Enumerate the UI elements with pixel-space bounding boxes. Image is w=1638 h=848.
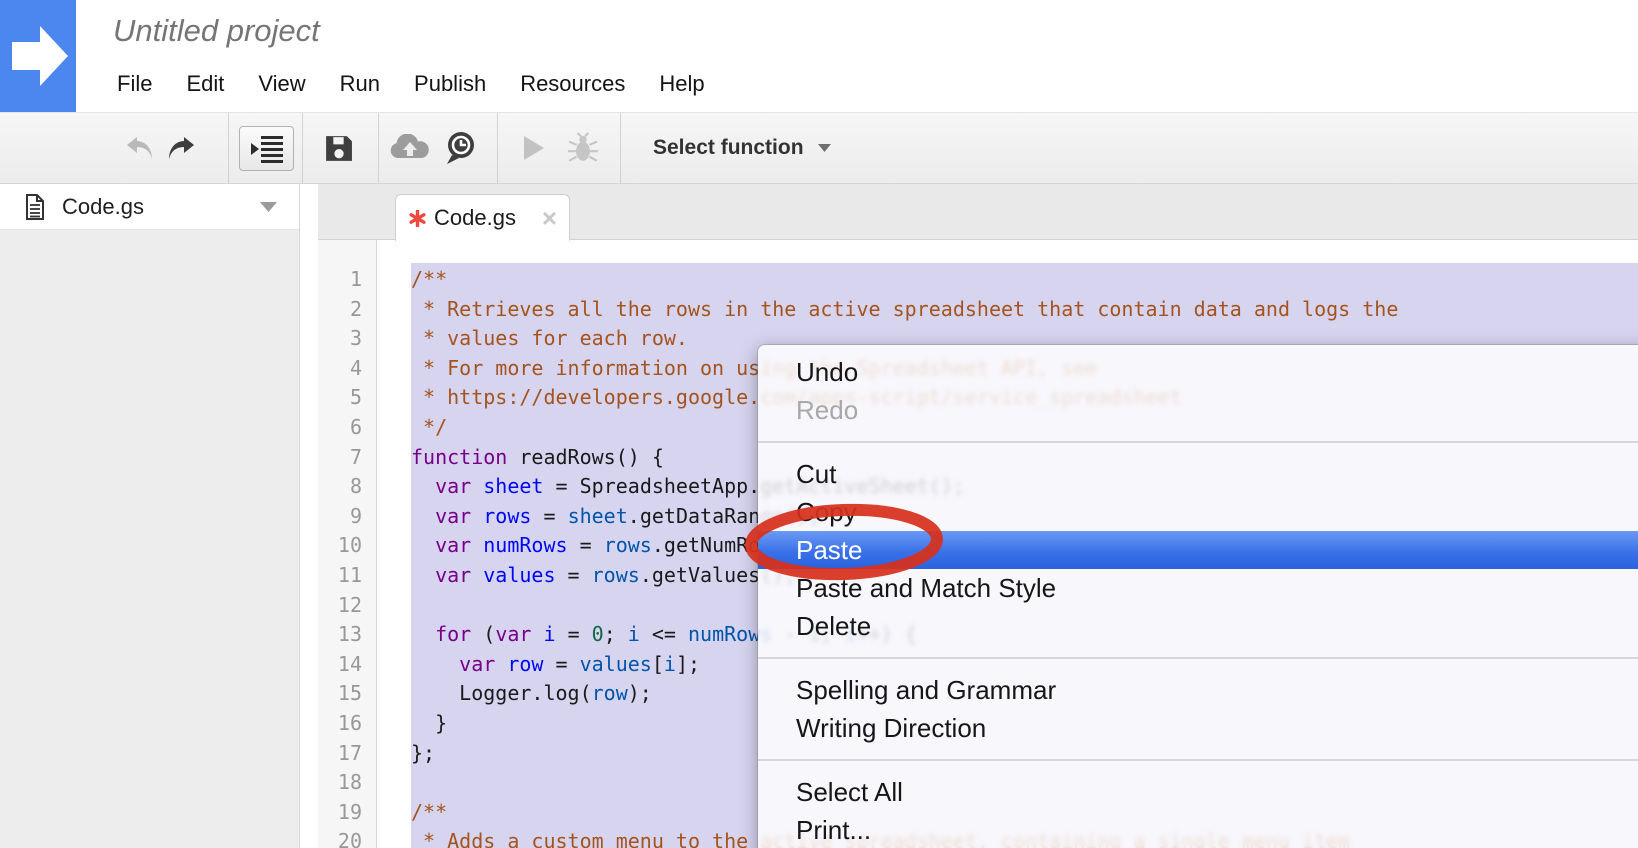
toolbar: Select function — [0, 112, 1638, 184]
history-icon — [443, 130, 479, 166]
line-number: 7 — [318, 443, 376, 473]
menu-item-paste-and-match-style[interactable]: Paste and Match Style — [758, 569, 1638, 607]
menu-item-writing-direction[interactable]: Writing Direction — [758, 709, 1638, 747]
menu-item-undo[interactable]: Undo — [758, 353, 1638, 391]
menu-item-delete[interactable]: Delete — [758, 607, 1638, 645]
menubar-item-publish[interactable]: Publish — [397, 71, 503, 97]
line-number: 20 — [318, 827, 376, 848]
indent-button[interactable] — [239, 126, 294, 171]
line-number: 15 — [318, 679, 376, 709]
header: Untitled project FileEditViewRunPublishR… — [0, 0, 1638, 112]
context-menu: UndoRedo CutCopyPastePaste and Match Styl… — [758, 345, 1638, 848]
menubar-item-run[interactable]: Run — [323, 71, 397, 97]
menu-separator — [758, 429, 1638, 455]
indent-icon — [250, 135, 284, 163]
code-line: /** — [411, 265, 1638, 295]
sidebar-splitter[interactable] — [301, 184, 318, 848]
debug-icon — [567, 132, 599, 164]
project-title[interactable]: Untitled project — [113, 13, 320, 49]
tab-close-icon[interactable]: × — [542, 205, 557, 231]
menu-separator — [758, 645, 1638, 671]
apps-script-editor-window: Untitled project FileEditViewRunPublishR… — [0, 0, 1638, 848]
line-number: 2 — [318, 295, 376, 325]
apps-script-logo-icon — [0, 0, 76, 112]
menubar-item-help[interactable]: Help — [642, 71, 721, 97]
line-number: 9 — [318, 502, 376, 532]
line-number: 19 — [318, 798, 376, 828]
line-number: 17 — [318, 739, 376, 769]
sidebar-item-code-gs[interactable]: Code.gs — [0, 184, 299, 230]
code-line: * Retrieves all the rows in the active s… — [411, 295, 1638, 325]
menu-item-cut[interactable]: Cut — [758, 455, 1638, 493]
menubar-item-edit[interactable]: Edit — [169, 71, 241, 97]
menu-item-copy[interactable]: Copy — [758, 493, 1638, 531]
menu-separator — [758, 747, 1638, 773]
file-document-icon — [25, 194, 45, 220]
undo-button[interactable] — [122, 113, 158, 183]
menubar-item-view[interactable]: View — [241, 71, 322, 97]
line-number: 18 — [318, 768, 376, 798]
file-name: Code.gs — [62, 194, 260, 220]
line-number: 5 — [318, 383, 376, 413]
line-number: 4 — [318, 354, 376, 384]
tab-bar: Code.gs × — [318, 184, 1638, 240]
save-button[interactable] — [320, 113, 356, 183]
tab-title: Code.gs — [434, 205, 516, 231]
select-function-label: Select function — [653, 136, 804, 160]
redo-icon — [165, 133, 197, 163]
menu-item-select-all[interactable]: Select All — [758, 773, 1638, 811]
line-number: 12 — [318, 591, 376, 621]
files-sidebar: Code.gs — [0, 184, 300, 848]
run-icon — [522, 135, 546, 161]
line-number: 13 — [318, 620, 376, 650]
deploy-button[interactable] — [388, 113, 432, 183]
toolbar-separator — [497, 113, 498, 183]
toolbar-separator — [378, 113, 379, 183]
line-number: 1 — [318, 265, 376, 295]
undo-icon — [124, 133, 156, 163]
line-number: 8 — [318, 472, 376, 502]
line-numbers: 1234567891011121314151617181920 — [318, 240, 377, 848]
history-button[interactable] — [440, 113, 482, 183]
tab-code-gs[interactable]: Code.gs × — [395, 194, 570, 241]
toolbar-separator — [620, 113, 621, 183]
line-number: 11 — [318, 561, 376, 591]
line-number: 10 — [318, 531, 376, 561]
menubar-item-resources[interactable]: Resources — [503, 71, 642, 97]
menu-item-paste[interactable]: Paste — [758, 531, 1638, 569]
select-function-dropdown[interactable]: Select function — [653, 113, 831, 183]
redo-button[interactable] — [163, 113, 199, 183]
chevron-down-icon[interactable] — [260, 202, 277, 212]
menu-item-spelling-and-grammar[interactable]: Spelling and Grammar — [758, 671, 1638, 709]
line-number: 14 — [318, 650, 376, 680]
toolbar-separator — [228, 113, 229, 183]
save-icon — [323, 133, 354, 164]
debug-button[interactable] — [562, 113, 604, 183]
toolbar-separator — [302, 113, 303, 183]
unsaved-changes-icon — [409, 210, 426, 227]
menu-item-redo: Redo — [758, 391, 1638, 429]
menubar-item-file[interactable]: File — [100, 71, 169, 97]
run-button[interactable] — [518, 113, 550, 183]
line-number: 3 — [318, 324, 376, 354]
chevron-down-icon — [818, 144, 831, 152]
line-number: 6 — [318, 413, 376, 443]
cloud-upload-icon — [389, 134, 431, 162]
menubar: FileEditViewRunPublishResourcesHelp — [100, 64, 722, 104]
menu-item-print[interactable]: Print... — [758, 811, 1638, 848]
line-number: 16 — [318, 709, 376, 739]
